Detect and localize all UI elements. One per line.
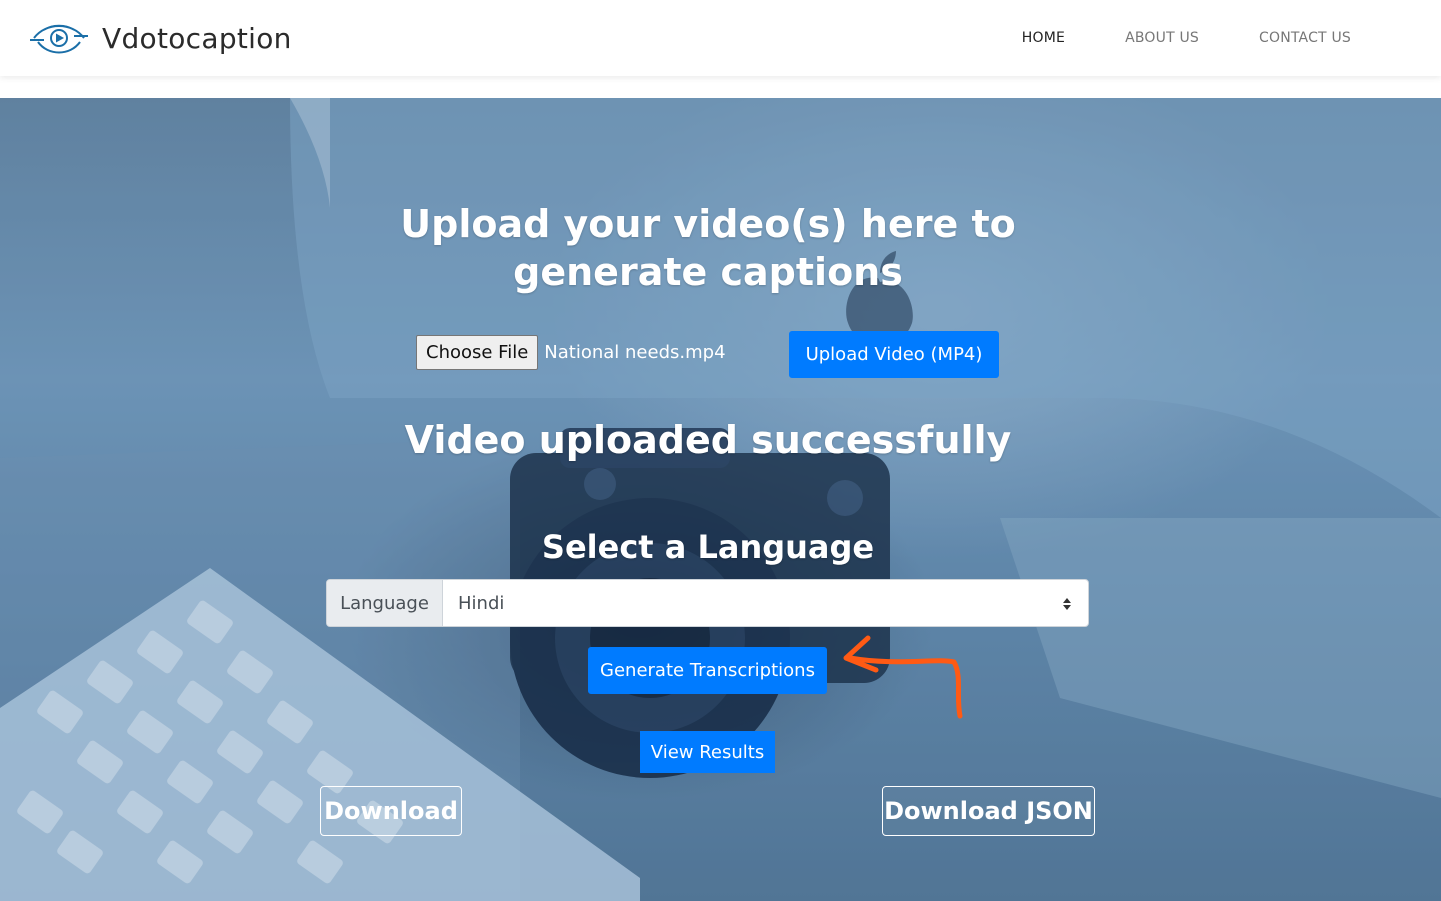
- eye-play-icon: [30, 24, 88, 54]
- nav-home[interactable]: HOME: [1022, 30, 1065, 46]
- language-selected-value: Hindi: [458, 592, 505, 614]
- download-button[interactable]: Download: [320, 786, 462, 836]
- nav-contact-us[interactable]: CONTACT US: [1259, 30, 1351, 46]
- navbar: Vdotocaption HOME ABOUT US CONTACT US: [0, 0, 1441, 76]
- choose-file-button[interactable]: Choose File: [416, 334, 539, 370]
- generate-transcriptions-button[interactable]: Generate Transcriptions: [588, 647, 827, 694]
- language-select[interactable]: Hindi: [443, 580, 1088, 626]
- nav-about-us[interactable]: ABOUT US: [1125, 30, 1199, 46]
- view-results-button[interactable]: View Results: [640, 731, 775, 773]
- file-input[interactable]: Choose File National needs.mp4: [416, 334, 726, 370]
- main-nav: HOME ABOUT US CONTACT US: [1022, 0, 1351, 76]
- selected-file-name: National needs.mp4: [544, 341, 726, 363]
- language-input-group: Language Hindi: [326, 579, 1089, 627]
- brand-link[interactable]: Vdotocaption: [28, 14, 292, 62]
- upload-video-button[interactable]: Upload Video (MP4): [789, 331, 999, 378]
- upload-status-message: Video uploaded successfully: [404, 418, 1012, 462]
- upload-panel: Upload your video(s) here to generate ca…: [0, 98, 1441, 901]
- download-json-button[interactable]: Download JSON: [882, 786, 1095, 836]
- language-heading: Select a Language: [541, 528, 875, 566]
- up-down-caret-icon: [1063, 598, 1071, 610]
- brand-name: Vdotocaption: [102, 21, 292, 55]
- hero-section: Upload your video(s) here to generate ca…: [0, 98, 1441, 901]
- page-title: Upload your video(s) here to generate ca…: [400, 202, 1016, 294]
- hand-drawn-arrow-icon: [843, 635, 963, 719]
- language-label: Language: [327, 580, 443, 626]
